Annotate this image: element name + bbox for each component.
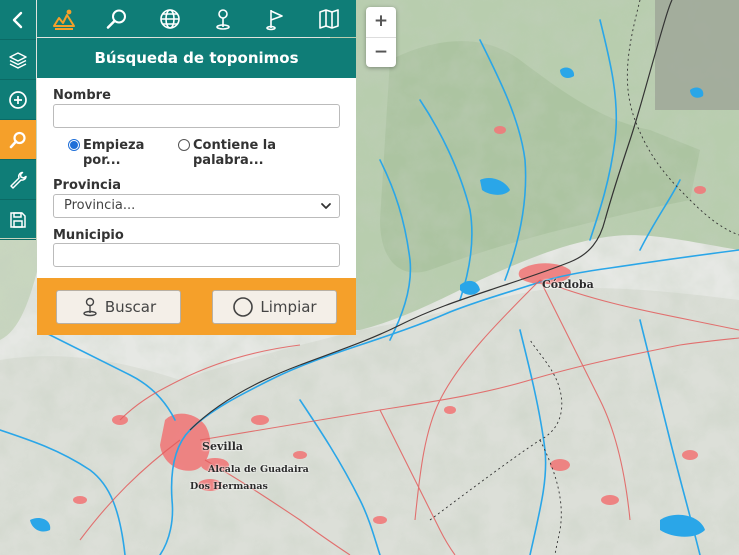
search-tool-button[interactable] (0, 120, 36, 160)
buscar-button[interactable]: Buscar (56, 290, 181, 324)
radio-contains-label-line2: palabra... (193, 153, 264, 168)
municipio-input[interactable] (53, 243, 340, 267)
limpiar-button[interactable]: Limpiar (212, 290, 337, 324)
chevron-down-icon (321, 203, 331, 209)
tab-location[interactable] (197, 0, 250, 37)
tools-button[interactable] (0, 160, 36, 200)
nombre-label: Nombre (53, 88, 111, 103)
radio-contains-dot[interactable] (178, 139, 190, 151)
municipio-label: Municipio (53, 228, 124, 243)
radio-contains-label-line1: Contiene la (193, 138, 277, 153)
map-book-icon (319, 8, 340, 29)
tab-map-sheets[interactable] (303, 0, 356, 37)
save-icon (10, 211, 26, 228)
provincia-selected-value: Provincia... (64, 198, 136, 213)
limpiar-button-label: Limpiar (260, 298, 317, 316)
provincia-label: Provincia (53, 178, 121, 193)
save-button[interactable] (0, 200, 36, 240)
clear-circle-icon (233, 297, 254, 317)
radio-contains[interactable]: Contiene la palabra... (178, 138, 276, 168)
search-icon (9, 131, 26, 148)
map-label-alcala: Alcala de Guadaira (208, 464, 309, 475)
toponym-icon (52, 9, 75, 30)
provincia-select[interactable]: Provincia... (53, 194, 340, 218)
zoom-control: + − (366, 7, 396, 67)
radio-starts-with[interactable]: Empieza por... (68, 138, 144, 168)
tab-places[interactable] (250, 0, 303, 37)
panel-title: Búsqueda de toponimos (37, 38, 356, 78)
zoom-out-button[interactable]: − (366, 37, 396, 67)
map-pin-icon (83, 297, 97, 317)
radio-starts-with-label-line2: por... (83, 153, 121, 168)
plus-circle-icon (9, 90, 27, 109)
search-actions: Buscar Limpiar (37, 278, 356, 335)
layers-button[interactable] (0, 40, 36, 80)
search-tabs (37, 0, 356, 37)
zoom-in-button[interactable]: + (366, 7, 396, 37)
flag-icon (266, 9, 284, 30)
search-form: Nombre Empieza por... Contiene la palabra.… (37, 78, 356, 278)
tab-toponyms[interactable] (37, 0, 90, 37)
radio-starts-with-dot[interactable] (68, 139, 80, 151)
globe-icon (160, 8, 180, 29)
map-label-cordoba: Córdoba (542, 278, 594, 291)
side-toolbar (0, 0, 36, 240)
add-layer-button[interactable] (0, 80, 36, 120)
layers-icon (9, 51, 27, 69)
tab-search[interactable] (90, 0, 143, 37)
search-icon (106, 9, 126, 29)
map-pin-icon (216, 8, 230, 30)
chevron-left-icon (12, 11, 23, 28)
radio-starts-with-label-line1: Empieza (83, 138, 145, 153)
wrench-icon (10, 171, 27, 189)
buscar-button-label: Buscar (104, 298, 157, 316)
tab-coordinates[interactable] (143, 0, 196, 37)
map-label-dos-hermanas: Dos Hermanas (190, 481, 268, 492)
map-label-sevilla: Sevilla (202, 440, 243, 453)
collapse-panel-button[interactable] (0, 0, 36, 40)
nombre-input[interactable] (53, 104, 340, 128)
